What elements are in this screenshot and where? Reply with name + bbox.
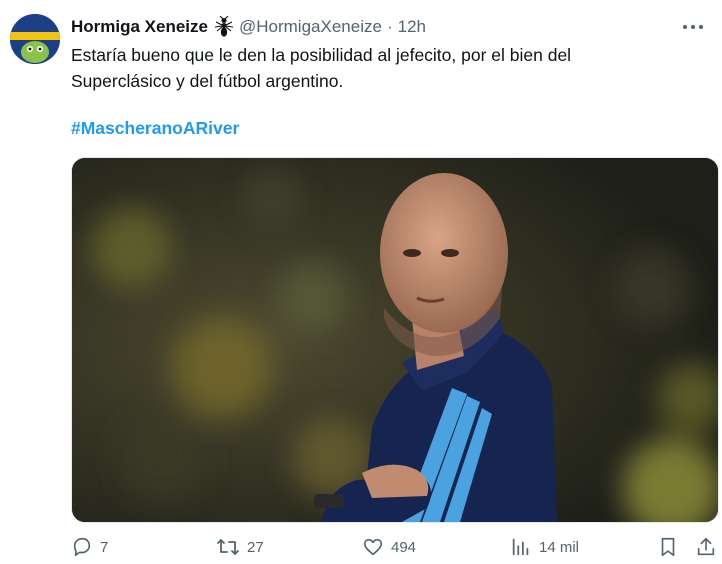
reply-count: 7 bbox=[100, 538, 109, 556]
heart-icon bbox=[362, 536, 384, 558]
tweet-text: Estaría bueno que le den la posibilidad … bbox=[71, 42, 691, 94]
like-button[interactable]: 494 bbox=[362, 536, 416, 558]
avatar[interactable] bbox=[10, 14, 60, 64]
tweet-photo[interactable] bbox=[71, 157, 719, 523]
tweet-text-line-1: Estaría bueno que le den la posibilidad … bbox=[71, 45, 572, 65]
more-icon[interactable] bbox=[680, 18, 706, 36]
timestamp[interactable]: 12h bbox=[398, 17, 426, 37]
hashtag-link[interactable]: #MascheranoARiver bbox=[71, 118, 239, 139]
ant-icon bbox=[213, 15, 235, 38]
retweet-icon bbox=[216, 536, 240, 558]
separator-dot: · bbox=[386, 17, 393, 36]
share-icon bbox=[695, 536, 717, 558]
bookmark-icon bbox=[657, 536, 679, 558]
bookmark-button[interactable] bbox=[657, 536, 679, 558]
tweet-header: Hormiga Xeneize @HormigaXeneize · 12h bbox=[71, 14, 426, 40]
action-bar: 7 27 494 14 mil bbox=[71, 536, 717, 564]
photo-image bbox=[72, 158, 718, 522]
like-count: 494 bbox=[391, 538, 417, 556]
retweet-count: 27 bbox=[247, 538, 264, 556]
retweet-button[interactable]: 27 bbox=[216, 536, 264, 558]
reply-button[interactable]: 7 bbox=[71, 536, 108, 558]
share-button[interactable] bbox=[695, 536, 717, 558]
tweet-text-line-2: Superclásico y del fútbol argentino. bbox=[71, 71, 344, 91]
avatar-image bbox=[10, 14, 60, 64]
views-icon bbox=[510, 536, 532, 558]
views-count: 14 mil bbox=[539, 538, 580, 556]
author-handle[interactable]: @HormigaXeneize bbox=[239, 17, 382, 37]
views-button[interactable]: 14 mil bbox=[510, 536, 579, 558]
author-name[interactable]: Hormiga Xeneize bbox=[71, 17, 208, 37]
reply-icon bbox=[71, 536, 93, 558]
